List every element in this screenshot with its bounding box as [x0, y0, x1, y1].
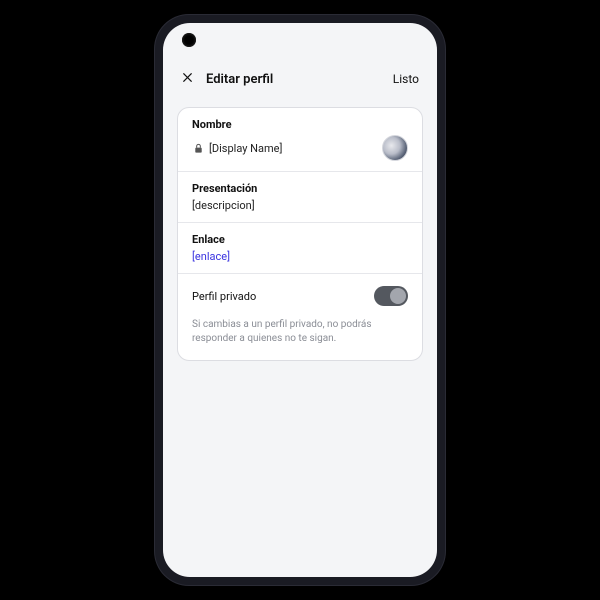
done-button[interactable]: Listo	[393, 72, 419, 86]
page-title: Editar perfil	[206, 72, 273, 87]
close-icon[interactable]	[181, 71, 194, 87]
private-note: Si cambias a un perfil privado, no podrá…	[178, 314, 422, 360]
toggle-knob	[390, 288, 406, 304]
bio-value: [descripcion]	[192, 199, 408, 212]
lock-icon	[192, 142, 204, 154]
status-bar-spacer	[163, 23, 437, 65]
name-value-wrap: [Display Name]	[192, 142, 282, 155]
private-label: Perfil privado	[192, 290, 256, 303]
private-toggle[interactable]	[374, 286, 408, 306]
content: Nombre [Display Name]	[163, 97, 437, 371]
header-left: Editar perfil	[181, 71, 273, 87]
avatar[interactable]	[382, 135, 408, 161]
name-row[interactable]: Nombre [Display Name]	[178, 108, 422, 172]
screen: Editar perfil Listo Nombre	[163, 23, 437, 577]
link-row[interactable]: Enlace [enlace]	[178, 223, 422, 274]
name-body: [Display Name]	[192, 135, 408, 161]
header: Editar perfil Listo	[163, 65, 437, 97]
link-value[interactable]: [enlace]	[192, 250, 408, 263]
name-label: Nombre	[192, 118, 408, 131]
front-camera	[182, 33, 196, 47]
link-label: Enlace	[192, 233, 408, 246]
display-name: [Display Name]	[209, 142, 282, 155]
bio-row[interactable]: Presentación [descripcion]	[178, 172, 422, 223]
private-row: Perfil privado	[178, 274, 422, 314]
phone-frame: Editar perfil Listo Nombre	[155, 15, 445, 585]
profile-card: Nombre [Display Name]	[177, 107, 423, 361]
bio-label: Presentación	[192, 182, 408, 195]
